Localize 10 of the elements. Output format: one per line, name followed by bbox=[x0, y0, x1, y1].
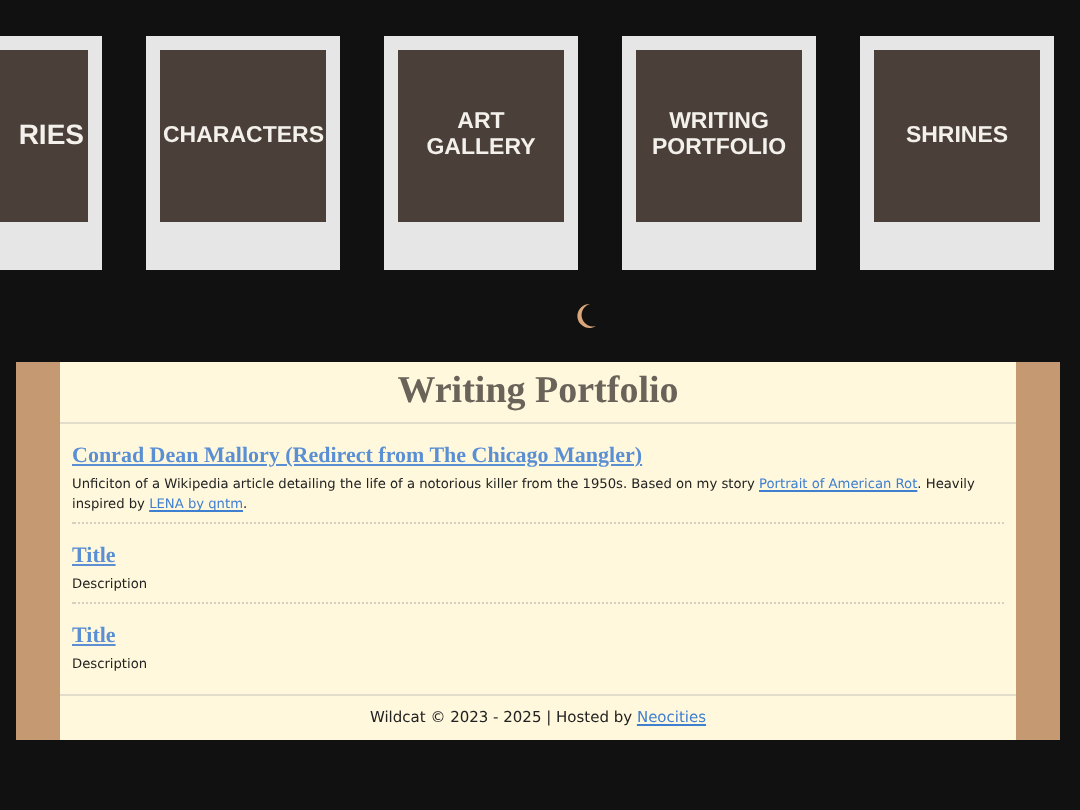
moon-icon bbox=[574, 302, 598, 330]
polaroid-link[interactable]: CHARACTERS bbox=[146, 36, 340, 270]
page-title: Writing Portfolio bbox=[60, 362, 1016, 424]
polaroid-link[interactable]: SHRINES bbox=[860, 36, 1054, 270]
entry-title-link[interactable]: Title bbox=[72, 544, 116, 568]
polaroid-link[interactable]: WRITING PORTFOLIO bbox=[622, 36, 816, 270]
entry-title-link[interactable]: Conrad Dean Mallory (Redirect from The Chicago Mangler) bbox=[72, 444, 643, 468]
entry-title-link[interactable]: Title bbox=[72, 624, 116, 648]
polaroid-link[interactable]: RIES bbox=[0, 36, 102, 270]
polaroid-link[interactable]: ART GALLERY bbox=[384, 36, 578, 270]
